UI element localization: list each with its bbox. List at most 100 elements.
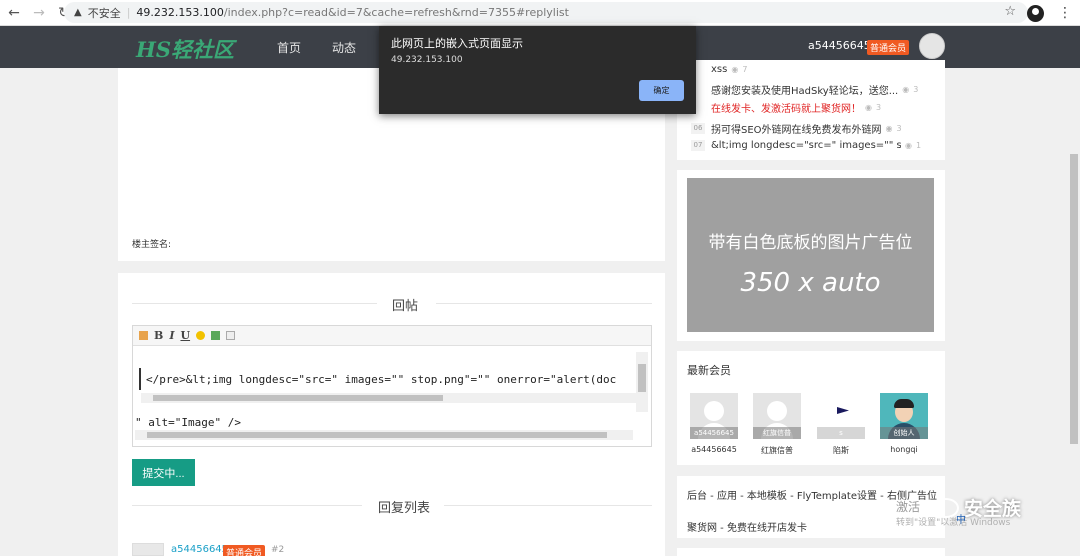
alert-message: 49.232.153.100	[391, 55, 463, 65]
ad-card: 带有白色底板的图片广告位 350 x auto	[677, 170, 945, 341]
member-name[interactable]: 红旗信普	[753, 445, 801, 456]
eye-icon: ◉	[885, 124, 893, 133]
reply-user-badge: 普通会员	[223, 545, 266, 556]
header-avatar[interactable]	[919, 33, 945, 59]
nav-dynamic[interactable]: 动态	[332, 39, 356, 56]
list-item[interactable]: 06 拐可得SEO外链网在线免费发布外链网 ◉ 3	[691, 121, 902, 136]
divider	[132, 505, 362, 506]
ime-mode[interactable]: 中	[956, 511, 966, 526]
reply-section-title: 回帖	[392, 299, 419, 314]
eye-icon: ◉	[865, 103, 872, 112]
avatar[interactable]: 红旗信普	[753, 393, 801, 439]
editor-inner-hscroll[interactable]	[141, 393, 636, 403]
alert-ok-button[interactable]: 确定	[639, 80, 684, 101]
hot-title[interactable]: 在线发卡、发激活码就上聚货网！	[711, 100, 861, 115]
site-logo[interactable]: HS轻社区	[136, 34, 234, 64]
list-item[interactable]: xss ◉ 7	[691, 64, 747, 75]
editor-toolbar: B I U	[133, 326, 651, 346]
color-icon[interactable]	[139, 331, 148, 340]
avatar[interactable]	[132, 543, 164, 556]
flag-icon	[837, 407, 849, 414]
reply-floor: #2	[271, 545, 285, 555]
image-icon[interactable]	[211, 331, 221, 340]
avatar[interactable]: a54456645	[690, 393, 738, 439]
reply-editor[interactable]: B I U </pre>&lt;img longdesc="src=" imag…	[132, 325, 652, 447]
reply-list-title: 回复列表	[378, 501, 431, 516]
editor-code-line-2[interactable]: " alt="Image" />	[135, 416, 241, 429]
menu-kebab-icon[interactable]: ⋮	[1058, 5, 1072, 21]
page-scrollbar[interactable]	[1068, 68, 1080, 556]
back-icon[interactable]: ←	[3, 2, 25, 24]
scroll-thumb[interactable]	[638, 364, 646, 392]
member-item[interactable]: 创始人 hongqi	[880, 393, 928, 454]
member-item[interactable]: a54456645 a54456645	[690, 393, 738, 454]
hot-list-card: xss ◉ 7 感谢您安装及使用HadSky轻论坛，送您... ◉ 3 在线发卡…	[677, 60, 945, 160]
warning-icon: ▲	[74, 7, 82, 18]
list-item[interactable]: 07 &lt;img longdesc="src=" images="" sto…	[691, 140, 921, 151]
ad-text: 带有白色底板的图片广告位	[708, 233, 913, 253]
eye-icon: ◉	[731, 65, 739, 74]
avatar-caption: s	[817, 427, 865, 439]
ime-toolbar[interactable]: 中	[956, 510, 1076, 526]
avatar[interactable]: s	[817, 393, 865, 439]
member-item[interactable]: s 陷斯	[817, 393, 865, 456]
member-name[interactable]: 陷斯	[817, 445, 865, 456]
header-username[interactable]: a54456645	[808, 39, 871, 52]
editor-inner-vscroll[interactable]	[636, 352, 648, 412]
rank-number: 06	[691, 123, 705, 134]
eye-icon: ◉	[905, 141, 912, 150]
avatar[interactable]: 创始人	[880, 393, 928, 439]
profile-icon[interactable]	[1027, 4, 1044, 22]
ad-placeholder[interactable]: 带有白色底板的图片广告位 350 x auto	[687, 178, 934, 332]
members-title: 最新会员	[687, 364, 731, 377]
underline-icon[interactable]: U	[180, 329, 190, 342]
avatar-caption: a54456645	[690, 427, 738, 439]
member-name[interactable]: hongqi	[880, 445, 928, 454]
rank-number: 07	[691, 140, 705, 151]
scroll-thumb[interactable]	[1070, 154, 1078, 444]
divider	[436, 303, 652, 304]
editor-code-line-1[interactable]: </pre>&lt;img longdesc="src=" images="" …	[146, 373, 636, 386]
italic-icon[interactable]: I	[169, 329, 174, 342]
url-path: /index.php?c=read&id=7&cache=refresh&rnd…	[223, 6, 569, 19]
insecure-label: 不安全	[87, 6, 121, 20]
submit-button[interactable]: 提交中...	[132, 459, 195, 486]
nav-home[interactable]: 首页	[277, 39, 301, 56]
partner-links[interactable]: 聚货网 - 免费在线开店发卡	[687, 519, 807, 534]
avatar-caption: 红旗信普	[753, 427, 801, 439]
user-badge: 普通会员	[867, 40, 910, 55]
file-icon[interactable]	[226, 331, 236, 340]
url-host: 49.232.153.100	[136, 6, 224, 19]
scroll-thumb[interactable]	[153, 395, 443, 401]
next-card	[677, 548, 945, 556]
ad-size: 350 x auto	[740, 268, 881, 298]
browser-toolbar: ← → ↻ ▲ 不安全 | 49.232.153.100 /index.php?…	[0, 0, 1080, 26]
divider	[132, 303, 377, 304]
new-members-card: 最新会员 a54456645 a54456645 红旗信普 红旗信普 s 陷斯 …	[677, 351, 945, 465]
divider	[444, 505, 652, 506]
alert-title: 此网页上的嵌入式页面显示	[391, 37, 523, 50]
reply-card: 回帖 B I U </pre>&lt;img longdesc="src=" i…	[118, 273, 665, 556]
member-name[interactable]: a54456645	[690, 445, 738, 454]
view-count: 3	[896, 124, 902, 133]
address-bar[interactable]: ▲ 不安全 | 49.232.153.100 /index.php?c=read…	[64, 2, 1028, 23]
view-count: 1	[915, 141, 922, 150]
list-item[interactable]: 感谢您安装及使用HadSky轻论坛，送您... ◉ 3	[691, 82, 918, 97]
hot-title[interactable]: &lt;img longdesc="src=" images="" stop..…	[711, 140, 901, 151]
reply-username[interactable]: a54456645	[171, 544, 228, 555]
hot-title[interactable]: xss	[711, 64, 727, 75]
emoji-icon[interactable]	[196, 331, 206, 340]
editor-hscroll[interactable]	[135, 430, 633, 440]
scroll-thumb[interactable]	[147, 432, 607, 438]
bold-icon[interactable]: B	[154, 329, 163, 342]
forward-icon[interactable]: →	[28, 2, 50, 24]
list-item[interactable]: 在线发卡、发激活码就上聚货网！ ◉ 3	[691, 100, 881, 115]
avatar-caption: 创始人	[880, 427, 928, 439]
hot-title[interactable]: 感谢您安装及使用HadSky轻论坛，送您...	[711, 82, 898, 97]
signature-label: 楼主签名:	[132, 240, 172, 250]
alert-dialog: 此网页上的嵌入式页面显示 49.232.153.100 确定	[379, 26, 696, 114]
bookmark-star-icon[interactable]: ☆	[1004, 4, 1016, 19]
view-count: 7	[742, 65, 748, 74]
hot-title[interactable]: 拐可得SEO外链网在线免费发布外链网	[711, 121, 882, 136]
member-item[interactable]: 红旗信普 红旗信普	[753, 393, 801, 456]
